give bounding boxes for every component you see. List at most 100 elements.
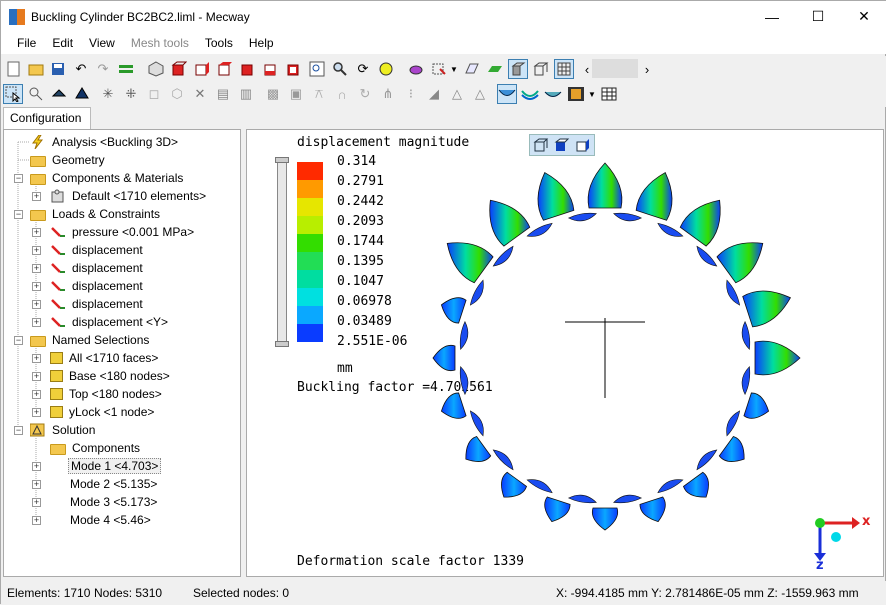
tree-selection-all[interactable]: All <1710 faces> [50,349,160,367]
zoom-icon[interactable] [330,59,350,79]
tree-geometry[interactable]: Geometry [30,151,107,169]
tree-loads-constraints[interactable]: Loads & Constraints [30,205,162,223]
scatter-tool-icon[interactable]: ⁝ [401,84,421,104]
deformed-shape-icon[interactable] [497,84,517,104]
mesh-split-icon[interactable]: ▤ [213,84,233,104]
new-file-icon[interactable] [4,59,24,79]
tree-displacement-2[interactable]: displacement [50,259,145,277]
mesh-cube-icon[interactable] [146,59,166,79]
menu-help[interactable]: Help [241,36,282,50]
menu-mesh-tools[interactable]: Mesh tools [123,36,197,50]
menu-tools[interactable]: Tools [197,36,241,50]
rotate-view-icon[interactable]: ⟳ [353,59,373,79]
surface-icon[interactable] [462,59,482,79]
view-red-cube-3-icon[interactable] [215,59,235,79]
face-select-icon[interactable] [72,84,92,104]
tree-mode-3[interactable]: Mode 3 <5.173> [68,493,159,511]
tree-mode-4[interactable]: Mode 4 <5.46> [68,511,153,529]
model-viewport[interactable]: displacement magnitude 0.314 0.2791 0.2442… [246,129,884,577]
expand-loads-icon[interactable]: − [14,210,23,219]
expand-pressure-icon[interactable]: + [32,228,41,237]
pointer-select-icon[interactable] [3,84,23,104]
select-mode-icon[interactable] [429,59,449,79]
view-red-cube-6-icon[interactable] [284,59,304,79]
tree-displacement-1[interactable]: displacement [50,241,145,259]
undo-icon[interactable]: ↶ [71,59,91,79]
cylinder-tool-icon[interactable]: ⚻ [309,84,329,104]
tree-mode-1[interactable]: Mode 1 <4.703> [68,457,162,475]
expand-named-selections-icon[interactable]: − [14,336,23,345]
buckled-cylinder-model[interactable] [247,130,883,576]
open-folder-icon[interactable] [26,59,46,79]
equals-green-icon[interactable] [116,59,136,79]
lasso-select-icon[interactable] [26,84,46,104]
contour-icon[interactable] [520,84,540,104]
square-tool-icon[interactable]: ◻ [144,84,164,104]
expand-displacement2-icon[interactable]: + [32,264,41,273]
minimize-button[interactable]: — [749,1,795,32]
expand-base-icon[interactable]: + [32,372,41,381]
expand-mode2-icon[interactable]: + [32,480,41,489]
paint-icon[interactable] [406,59,426,79]
menu-edit[interactable]: Edit [44,36,81,50]
expand-displacement4-icon[interactable]: + [32,300,41,309]
expand-displacement-y-icon[interactable]: + [32,318,41,327]
expand-solution-icon[interactable]: − [14,426,23,435]
menu-view[interactable]: View [81,36,123,50]
animation-dropdown-icon[interactable]: ▼ [587,84,597,104]
table-icon[interactable] [599,84,619,104]
view-red-cube-5-icon[interactable] [261,59,281,79]
cube-tool-icon[interactable]: ⬡ [167,84,187,104]
menu-file[interactable]: File [9,36,44,50]
select-mode-dropdown-icon[interactable]: ▼ [449,59,459,79]
triangle-outline-icon[interactable]: △ [470,84,490,104]
expand-mode1-icon[interactable]: + [32,462,41,471]
tree-displacement-y[interactable]: displacement <Y> [50,313,170,331]
node-cluster-icon[interactable]: ⁜ [121,84,141,104]
save-icon[interactable] [48,59,68,79]
arch-tool-icon[interactable]: ∩ [332,84,352,104]
animation-film-icon[interactable] [566,84,586,104]
tree-selection-top[interactable]: Top <180 nodes> [50,385,164,403]
tree-displacement-4[interactable]: displacement [50,295,145,313]
solid-view-icon[interactable] [508,59,528,79]
split-tool-icon[interactable]: ⋔ [378,84,398,104]
wireframe-view-icon[interactable] [531,59,551,79]
expand-displacement3-icon[interactable]: + [32,282,41,291]
tree-solution-components[interactable]: Components [50,439,142,457]
shaded-green-icon[interactable] [485,59,505,79]
tab-configuration[interactable]: Configuration [3,107,91,129]
tree-components-materials[interactable]: Components & Materials [30,169,185,187]
spark-tool-icon[interactable]: ✳ [98,84,118,104]
tree-analysis[interactable]: Analysis <Buckling 3D> [30,133,180,151]
toolbar-scroll-track[interactable] [592,59,638,78]
vector-view-icon[interactable] [543,84,563,104]
expand-components-icon[interactable]: − [14,174,23,183]
expand-all-icon[interactable]: + [32,354,41,363]
tree-solution[interactable]: Solution [29,421,97,439]
extrude-icon[interactable]: ▣ [286,84,306,104]
tree-default-component[interactable]: Default <1710 elements> [50,187,208,205]
zoom-fit-icon[interactable] [376,59,396,79]
expand-displacement1-icon[interactable]: + [32,246,41,255]
tree-displacement-3[interactable]: displacement [50,277,145,295]
view-red-cube-2-icon[interactable] [192,59,212,79]
tree-selection-base[interactable]: Base <180 nodes> [50,367,172,385]
expand-mode3-icon[interactable]: + [32,498,41,507]
merge-icon[interactable]: ▩ [263,84,283,104]
mesh-view-icon[interactable] [554,59,574,79]
scroll-right-icon[interactable]: › [637,59,657,79]
maximize-button[interactable]: ☐ [795,1,841,32]
delete-x-icon[interactable]: ✕ [190,84,210,104]
view-red-cube-1-icon[interactable] [169,59,189,79]
redo-icon[interactable]: ↷ [93,59,113,79]
node-select-icon[interactable] [49,84,69,104]
mirror-tool-icon[interactable]: ◢ [424,84,444,104]
expand-top-icon[interactable]: + [32,390,41,399]
view-red-cube-4-icon[interactable] [238,59,258,79]
zoom-box-icon[interactable] [307,59,327,79]
expand-ylock-icon[interactable]: + [32,408,41,417]
tri-mesh-icon[interactable]: △ [447,84,467,104]
tree-pressure[interactable]: pressure <0.001 MPa> [50,223,196,241]
expand-default-icon[interactable]: + [32,192,41,201]
